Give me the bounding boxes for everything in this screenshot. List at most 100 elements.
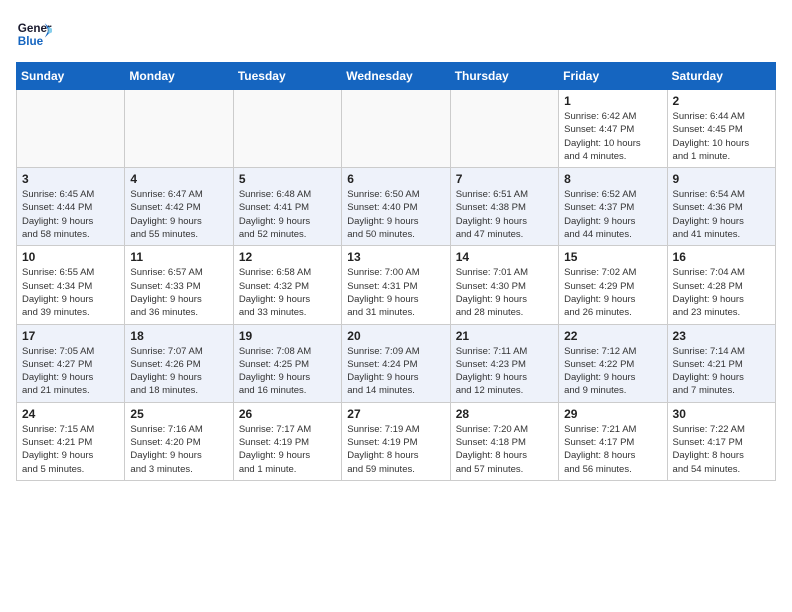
day-info: Sunrise: 7:16 AM Sunset: 4:20 PM Dayligh… xyxy=(130,423,227,476)
calendar-cell: 28 Sunrise: 7:20 AM Sunset: 4:18 PM Dayli… xyxy=(450,402,558,480)
day-info: Sunrise: 6:57 AM Sunset: 4:33 PM Dayligh… xyxy=(130,266,227,319)
logo-icon: General Blue xyxy=(16,16,52,52)
day-info: Sunrise: 7:17 AM Sunset: 4:19 PM Dayligh… xyxy=(239,423,336,476)
calendar-cell: 7 Sunrise: 6:51 AM Sunset: 4:38 PM Daylig… xyxy=(450,168,558,246)
calendar-cell: 30 Sunrise: 7:22 AM Sunset: 4:17 PM Dayli… xyxy=(667,402,775,480)
weekday-wednesday: Wednesday xyxy=(342,63,450,90)
svg-text:Blue: Blue xyxy=(18,35,44,48)
day-number: 14 xyxy=(456,250,553,264)
calendar-week-5: 24Sunrise: 7:15 AM Sunset: 4:21 PM Dayli… xyxy=(17,402,776,480)
calendar-week-2: 3 Sunrise: 6:45 AM Sunset: 4:44 PM Daylig… xyxy=(17,168,776,246)
day-info: Sunrise: 6:48 AM Sunset: 4:41 PM Dayligh… xyxy=(239,188,336,241)
day-number: 30 xyxy=(673,407,770,421)
calendar-cell: 24Sunrise: 7:15 AM Sunset: 4:21 PM Dayli… xyxy=(17,402,125,480)
logo: General Blue xyxy=(16,16,56,52)
day-info: Sunrise: 7:02 AM Sunset: 4:29 PM Dayligh… xyxy=(564,266,661,319)
calendar-cell: 27 Sunrise: 7:19 AM Sunset: 4:19 PM Dayli… xyxy=(342,402,450,480)
day-number: 16 xyxy=(673,250,770,264)
day-info: Sunrise: 6:42 AM Sunset: 4:47 PM Dayligh… xyxy=(564,110,661,163)
calendar-cell: 4 Sunrise: 6:47 AM Sunset: 4:42 PM Daylig… xyxy=(125,168,233,246)
calendar-cell: 1Sunrise: 6:42 AM Sunset: 4:47 PM Daylig… xyxy=(559,90,667,168)
calendar-cell: 2 Sunrise: 6:44 AM Sunset: 4:45 PM Daylig… xyxy=(667,90,775,168)
calendar-cell: 6 Sunrise: 6:50 AM Sunset: 4:40 PM Daylig… xyxy=(342,168,450,246)
calendar-cell: 25Sunrise: 7:16 AM Sunset: 4:20 PM Dayli… xyxy=(125,402,233,480)
day-number: 26 xyxy=(239,407,336,421)
calendar-cell: 10Sunrise: 6:55 AM Sunset: 4:34 PM Dayli… xyxy=(17,246,125,324)
weekday-saturday: Saturday xyxy=(667,63,775,90)
weekday-header-row: SundayMondayTuesdayWednesdayThursdayFrid… xyxy=(17,63,776,90)
day-info: Sunrise: 7:01 AM Sunset: 4:30 PM Dayligh… xyxy=(456,266,553,319)
calendar-cell: 9 Sunrise: 6:54 AM Sunset: 4:36 PM Daylig… xyxy=(667,168,775,246)
calendar-cell: 17 Sunrise: 7:05 AM Sunset: 4:27 PM Dayli… xyxy=(17,324,125,402)
weekday-monday: Monday xyxy=(125,63,233,90)
day-info: Sunrise: 7:19 AM Sunset: 4:19 PM Dayligh… xyxy=(347,423,444,476)
day-number: 7 xyxy=(456,172,553,186)
day-number: 22 xyxy=(564,329,661,343)
day-number: 21 xyxy=(456,329,553,343)
day-number: 4 xyxy=(130,172,227,186)
calendar-cell: 5 Sunrise: 6:48 AM Sunset: 4:41 PM Daylig… xyxy=(233,168,341,246)
calendar-cell xyxy=(17,90,125,168)
calendar-week-4: 17 Sunrise: 7:05 AM Sunset: 4:27 PM Dayli… xyxy=(17,324,776,402)
day-number: 5 xyxy=(239,172,336,186)
day-info: Sunrise: 7:20 AM Sunset: 4:18 PM Dayligh… xyxy=(456,423,553,476)
calendar-cell: 26 Sunrise: 7:17 AM Sunset: 4:19 PM Dayli… xyxy=(233,402,341,480)
day-info: Sunrise: 6:50 AM Sunset: 4:40 PM Dayligh… xyxy=(347,188,444,241)
day-number: 3 xyxy=(22,172,119,186)
day-info: Sunrise: 6:52 AM Sunset: 4:37 PM Dayligh… xyxy=(564,188,661,241)
calendar-cell: 29 Sunrise: 7:21 AM Sunset: 4:17 PM Dayli… xyxy=(559,402,667,480)
day-info: Sunrise: 7:22 AM Sunset: 4:17 PM Dayligh… xyxy=(673,423,770,476)
day-number: 9 xyxy=(673,172,770,186)
calendar-body: 1Sunrise: 6:42 AM Sunset: 4:47 PM Daylig… xyxy=(17,90,776,481)
calendar-cell: 21Sunrise: 7:11 AM Sunset: 4:23 PM Dayli… xyxy=(450,324,558,402)
day-number: 19 xyxy=(239,329,336,343)
calendar-cell: 22 Sunrise: 7:12 AM Sunset: 4:22 PM Dayli… xyxy=(559,324,667,402)
calendar-cell: 3 Sunrise: 6:45 AM Sunset: 4:44 PM Daylig… xyxy=(17,168,125,246)
svg-text:General: General xyxy=(18,22,52,35)
day-number: 28 xyxy=(456,407,553,421)
day-number: 29 xyxy=(564,407,661,421)
calendar-cell: 20Sunrise: 7:09 AM Sunset: 4:24 PM Dayli… xyxy=(342,324,450,402)
day-info: Sunrise: 6:58 AM Sunset: 4:32 PM Dayligh… xyxy=(239,266,336,319)
day-number: 11 xyxy=(130,250,227,264)
day-info: Sunrise: 6:54 AM Sunset: 4:36 PM Dayligh… xyxy=(673,188,770,241)
day-info: Sunrise: 7:14 AM Sunset: 4:21 PM Dayligh… xyxy=(673,345,770,398)
calendar-cell xyxy=(450,90,558,168)
calendar-cell: 23 Sunrise: 7:14 AM Sunset: 4:21 PM Dayli… xyxy=(667,324,775,402)
calendar-cell xyxy=(125,90,233,168)
calendar-cell: 12Sunrise: 6:58 AM Sunset: 4:32 PM Dayli… xyxy=(233,246,341,324)
day-info: Sunrise: 7:08 AM Sunset: 4:25 PM Dayligh… xyxy=(239,345,336,398)
day-info: Sunrise: 7:00 AM Sunset: 4:31 PM Dayligh… xyxy=(347,266,444,319)
day-info: Sunrise: 7:09 AM Sunset: 4:24 PM Dayligh… xyxy=(347,345,444,398)
day-info: Sunrise: 6:45 AM Sunset: 4:44 PM Dayligh… xyxy=(22,188,119,241)
weekday-sunday: Sunday xyxy=(17,63,125,90)
day-number: 15 xyxy=(564,250,661,264)
day-number: 6 xyxy=(347,172,444,186)
day-info: Sunrise: 6:55 AM Sunset: 4:34 PM Dayligh… xyxy=(22,266,119,319)
page-header: General Blue xyxy=(16,16,776,52)
calendar-cell: 18 Sunrise: 7:07 AM Sunset: 4:26 PM Dayli… xyxy=(125,324,233,402)
day-info: Sunrise: 7:07 AM Sunset: 4:26 PM Dayligh… xyxy=(130,345,227,398)
calendar-cell: 19 Sunrise: 7:08 AM Sunset: 4:25 PM Dayli… xyxy=(233,324,341,402)
day-info: Sunrise: 6:47 AM Sunset: 4:42 PM Dayligh… xyxy=(130,188,227,241)
calendar-cell: 13 Sunrise: 7:00 AM Sunset: 4:31 PM Dayli… xyxy=(342,246,450,324)
day-number: 18 xyxy=(130,329,227,343)
day-info: Sunrise: 7:12 AM Sunset: 4:22 PM Dayligh… xyxy=(564,345,661,398)
day-number: 23 xyxy=(673,329,770,343)
day-number: 27 xyxy=(347,407,444,421)
day-info: Sunrise: 6:51 AM Sunset: 4:38 PM Dayligh… xyxy=(456,188,553,241)
calendar-cell: 14 Sunrise: 7:01 AM Sunset: 4:30 PM Dayli… xyxy=(450,246,558,324)
day-number: 13 xyxy=(347,250,444,264)
calendar-cell: 15 Sunrise: 7:02 AM Sunset: 4:29 PM Dayli… xyxy=(559,246,667,324)
calendar-cell xyxy=(233,90,341,168)
weekday-tuesday: Tuesday xyxy=(233,63,341,90)
day-number: 8 xyxy=(564,172,661,186)
day-info: Sunrise: 7:05 AM Sunset: 4:27 PM Dayligh… xyxy=(22,345,119,398)
day-number: 2 xyxy=(673,94,770,108)
weekday-thursday: Thursday xyxy=(450,63,558,90)
calendar-week-3: 10Sunrise: 6:55 AM Sunset: 4:34 PM Dayli… xyxy=(17,246,776,324)
day-info: Sunrise: 6:44 AM Sunset: 4:45 PM Dayligh… xyxy=(673,110,770,163)
day-number: 17 xyxy=(22,329,119,343)
day-info: Sunrise: 7:21 AM Sunset: 4:17 PM Dayligh… xyxy=(564,423,661,476)
calendar-cell: 11 Sunrise: 6:57 AM Sunset: 4:33 PM Dayli… xyxy=(125,246,233,324)
